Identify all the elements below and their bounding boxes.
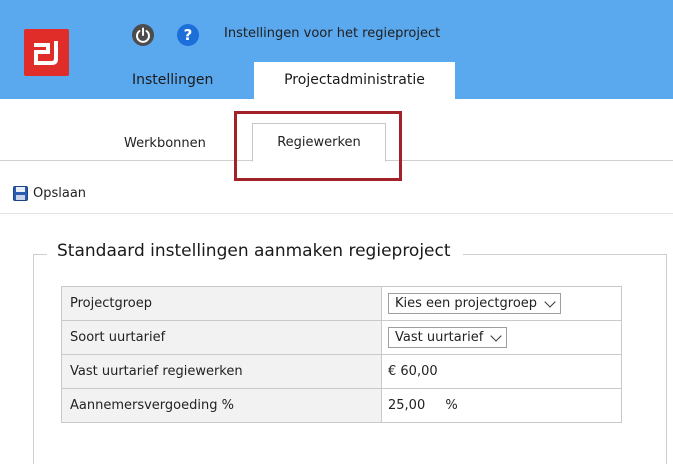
tab-instellingen[interactable]: Instellingen xyxy=(132,62,213,99)
chevron-down-icon xyxy=(490,329,502,342)
table-row: Soort uurtarief Vast uurtarief xyxy=(61,320,622,355)
row-label-projectgroep: Projectgroep xyxy=(61,286,382,321)
app-logo xyxy=(24,29,69,76)
window-title: Instellingen voor het regieproject xyxy=(224,26,441,41)
projectgroep-select[interactable]: Kies een projectgroep xyxy=(388,293,562,314)
power-icon[interactable] xyxy=(132,24,154,46)
vast-uurtarief-value[interactable]: € 60,00 xyxy=(388,364,438,379)
row-label-vast-uurtarief: Vast uurtarief regiewerken xyxy=(61,354,382,389)
soort-uurtarief-select-value: Vast uurtarief xyxy=(395,330,484,345)
highlight-box xyxy=(234,111,402,181)
save-button[interactable]: Opslaan xyxy=(13,183,86,203)
row-label-soort-uurtarief: Soort uurtarief xyxy=(61,320,382,355)
help-icon[interactable]: ? xyxy=(177,24,199,46)
projectgroep-select-value: Kies een projectgroep xyxy=(395,296,538,311)
soort-uurtarief-select[interactable]: Vast uurtarief xyxy=(388,327,508,348)
tab-werkbonnen[interactable]: Werkbonnen xyxy=(124,136,206,151)
floppy-disk-icon xyxy=(13,185,28,201)
row-label-aannemersvergoeding: Aannemersvergoeding % xyxy=(61,388,382,423)
table-row: Projectgroep Kies een projectgroep xyxy=(61,286,622,321)
table-row: Vast uurtarief regiewerken € 60,00 xyxy=(61,354,622,389)
table-row: Aannemersvergoeding % 25,00 % xyxy=(61,388,622,423)
app-header: ? Instellingen voor het regieproject Ins… xyxy=(0,0,673,99)
percent-unit: % xyxy=(445,398,458,413)
section-title: Standaard instellingen aanmaken regiepro… xyxy=(47,241,463,261)
toolbar-divider xyxy=(0,213,673,214)
chevron-down-icon xyxy=(544,295,556,308)
save-label: Opslaan xyxy=(33,185,87,201)
tab-projectadministratie[interactable]: Projectadministratie xyxy=(254,62,455,99)
settings-table: Projectgroep Kies een projectgroep Soort… xyxy=(61,286,622,423)
aannemersvergoeding-value[interactable]: 25,00 xyxy=(388,398,425,413)
